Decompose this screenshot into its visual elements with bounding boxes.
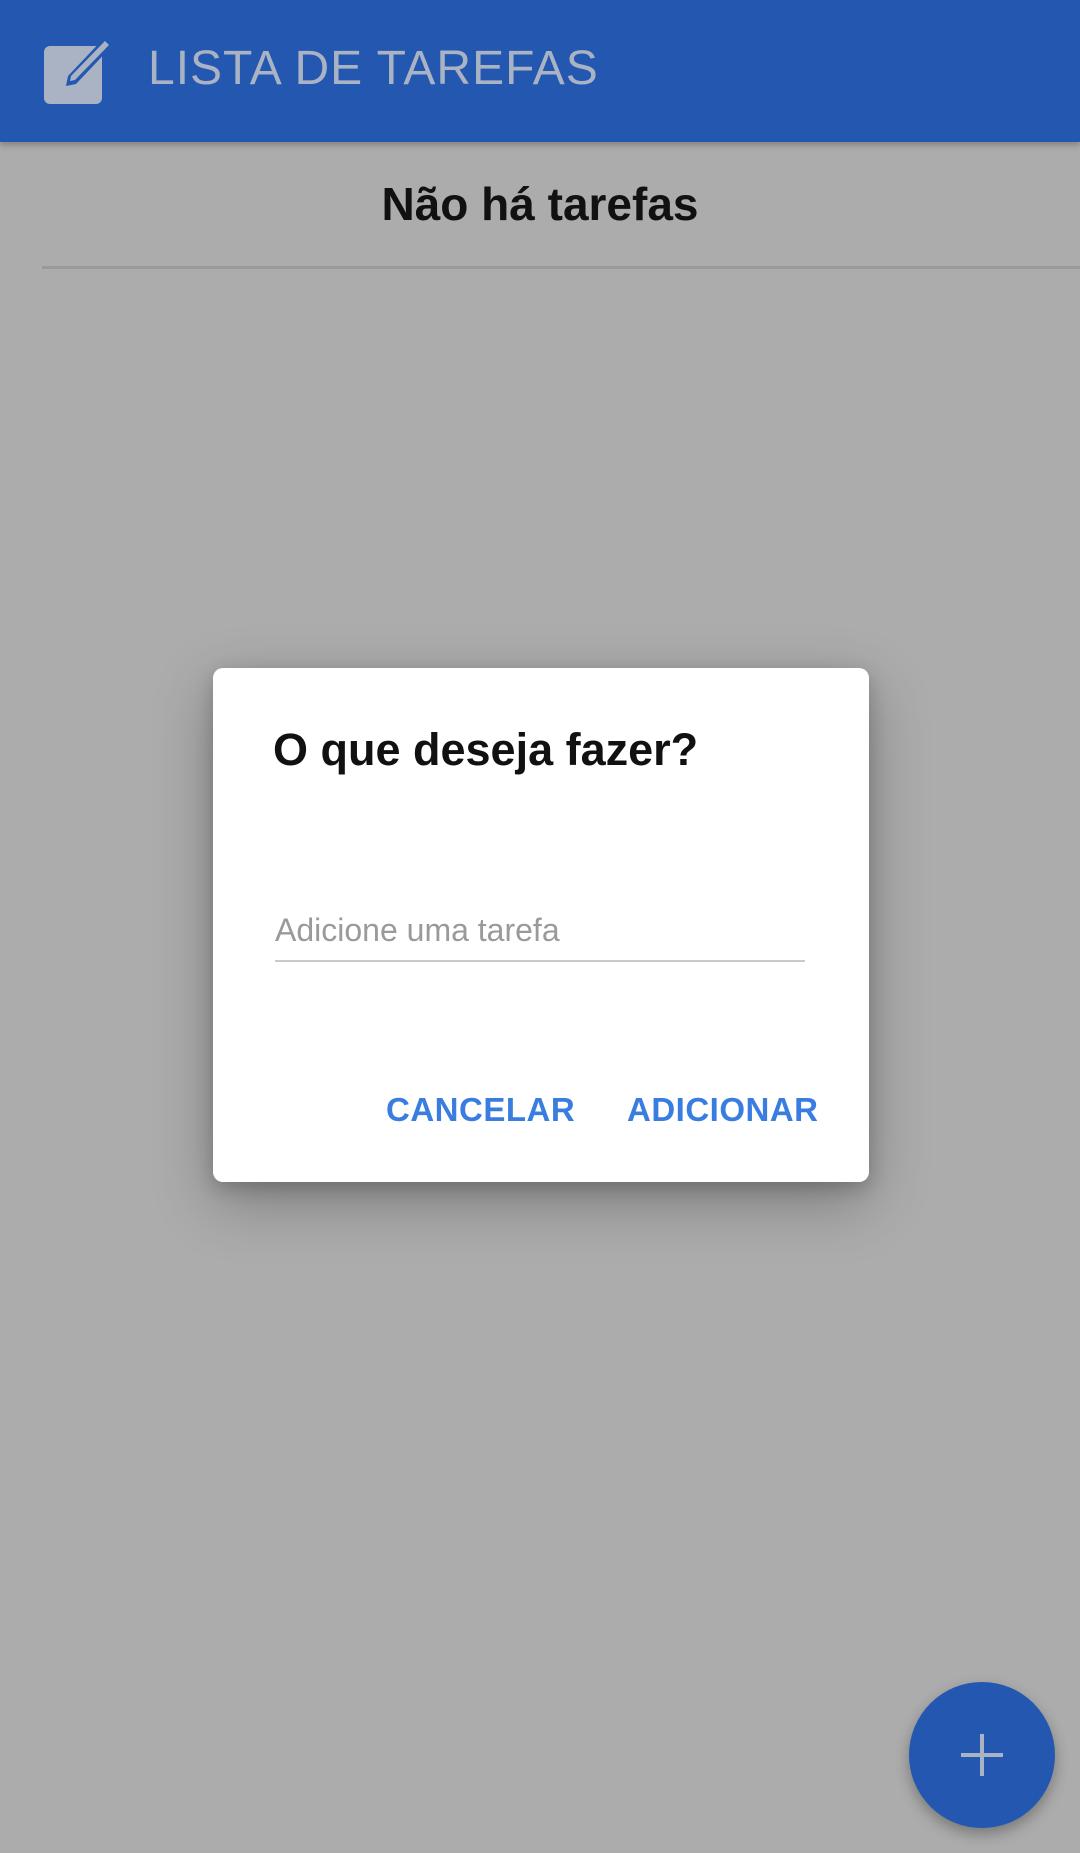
add-task-dialog: O que deseja fazer? CANCELAR ADICIONAR: [213, 668, 869, 1182]
add-task-fab[interactable]: [909, 1682, 1055, 1828]
edit-note-icon: [44, 38, 112, 104]
empty-list-message: Não há tarefas: [381, 178, 699, 230]
divider: [42, 266, 1080, 269]
task-input[interactable]: [275, 900, 805, 962]
app-title: LISTA DE TAREFAS: [148, 42, 599, 95]
app-bar: LISTA DE TAREFAS: [0, 0, 1080, 142]
add-button[interactable]: ADICIONAR: [627, 1082, 819, 1138]
plus-icon: [961, 1734, 1003, 1776]
cancel-button[interactable]: CANCELAR: [386, 1082, 575, 1138]
dialog-title: O que deseja fazer?: [273, 724, 699, 775]
